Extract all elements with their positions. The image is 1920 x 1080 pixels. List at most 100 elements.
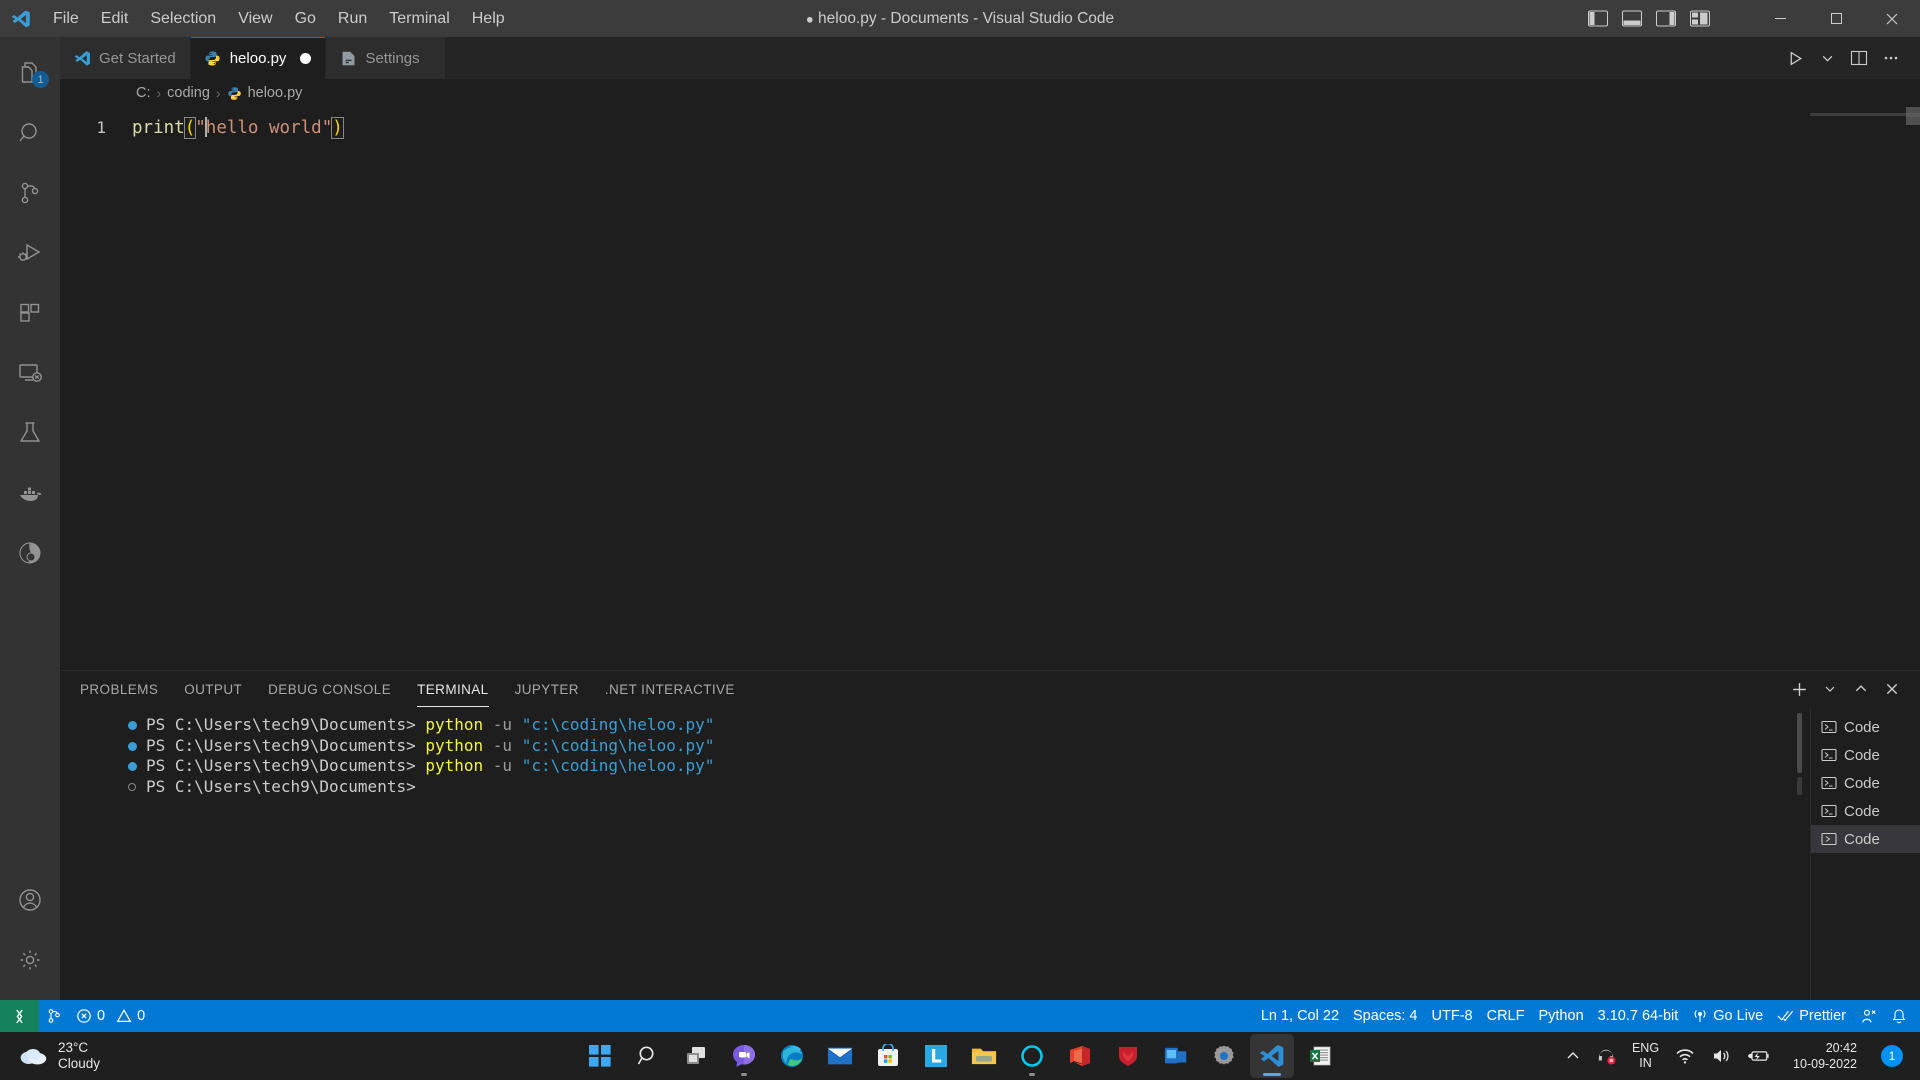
- language-mode-button[interactable]: Python: [1531, 1000, 1590, 1032]
- sidebar-item-testing[interactable]: [0, 403, 60, 463]
- more-actions-button[interactable]: [1876, 43, 1906, 73]
- maximize-panel-button[interactable]: [1847, 675, 1875, 703]
- tab-get-started[interactable]: Get Started: [60, 37, 191, 79]
- start-button[interactable]: [578, 1034, 622, 1078]
- office-button[interactable]: [1058, 1034, 1102, 1078]
- terminal-instance[interactable]: Code: [1811, 713, 1920, 741]
- terminal-scrollbar-secondary[interactable]: [1797, 777, 1802, 795]
- tab-problems[interactable]: PROBLEMS: [80, 671, 158, 707]
- mail-button[interactable]: [818, 1034, 862, 1078]
- battery-button[interactable]: [1740, 1036, 1776, 1076]
- problems-status-button[interactable]: 0 0: [69, 1000, 152, 1032]
- excel-button[interactable]: [1298, 1034, 1342, 1078]
- search-icon: [637, 1046, 654, 1065]
- toggle-secondary-sidebar-icon[interactable]: [1656, 10, 1676, 27]
- sidebar-item-explorer[interactable]: 1: [0, 43, 60, 103]
- menu-file[interactable]: File: [42, 6, 90, 32]
- menu-selection[interactable]: Selection: [139, 6, 227, 32]
- sidebar-item-anaconda[interactable]: [0, 523, 60, 583]
- manage-settings-button[interactable]: [0, 930, 60, 990]
- customize-layout-icon[interactable]: [1690, 10, 1710, 27]
- eol-button[interactable]: CRLF: [1480, 1000, 1532, 1032]
- toggle-primary-sidebar-icon[interactable]: [1588, 10, 1608, 27]
- feedback-button[interactable]: [1853, 1000, 1884, 1032]
- sidebar-item-run-and-debug[interactable]: [0, 223, 60, 283]
- new-terminal-dropdown-button[interactable]: [1816, 675, 1844, 703]
- volume-button[interactable]: [1704, 1036, 1738, 1076]
- python-interpreter-button[interactable]: 3.10.7 64-bit: [1591, 1000, 1686, 1032]
- task-view-button[interactable]: [674, 1034, 718, 1078]
- editor-actions: [1780, 37, 1920, 79]
- code-editor[interactable]: 1 print("hello world"): [60, 107, 1920, 670]
- tab-terminal[interactable]: TERMINAL: [417, 671, 488, 707]
- vscode-logo-icon: [0, 9, 42, 29]
- sidebar-item-source-control[interactable]: [0, 163, 60, 223]
- remote-window-button[interactable]: [0, 1000, 39, 1032]
- notifications-button[interactable]: 1: [1874, 1036, 1910, 1076]
- split-editor-button[interactable]: [1844, 43, 1874, 73]
- notifications-button[interactable]: [1884, 1000, 1914, 1032]
- close-button[interactable]: [1864, 0, 1920, 37]
- show-hidden-icons-button[interactable]: [1559, 1036, 1587, 1076]
- terminal-output[interactable]: PS C:\Users\tech9\Documents> python -u "…: [60, 707, 1810, 1000]
- tab-output[interactable]: OUTPUT: [184, 671, 242, 707]
- terminal-instance[interactable]: Code: [1811, 825, 1920, 853]
- terminal-scrollbar[interactable]: [1797, 713, 1802, 773]
- sidebar-item-remote-explorer[interactable]: [0, 343, 60, 403]
- settings-button[interactable]: [1202, 1034, 1246, 1078]
- cursor-position-button[interactable]: Ln 1, Col 22: [1254, 1000, 1346, 1032]
- phone-link-button[interactable]: [1154, 1034, 1198, 1078]
- command-status-icon: [128, 782, 136, 791]
- indentation-button[interactable]: Spaces: 4: [1346, 1000, 1425, 1032]
- breadcrumb-item-file[interactable]: heloo.py: [248, 85, 303, 101]
- tab-heloo-py[interactable]: heloo.py: [190, 37, 327, 79]
- maximize-button[interactable]: [1808, 0, 1864, 37]
- mcafee-button[interactable]: [1106, 1034, 1150, 1078]
- encoding-button[interactable]: UTF-8: [1425, 1000, 1480, 1032]
- minimize-button[interactable]: [1752, 0, 1808, 37]
- accounts-button[interactable]: [0, 870, 60, 930]
- sidebar-item-extensions[interactable]: [0, 283, 60, 343]
- clock-button[interactable]: 20:42 10-09-2022: [1778, 1036, 1872, 1076]
- menu-help[interactable]: Help: [461, 6, 516, 32]
- sidebar-item-search[interactable]: [0, 103, 60, 163]
- menu-edit[interactable]: Edit: [90, 6, 140, 32]
- prettier-button[interactable]: Prettier: [1770, 1000, 1853, 1032]
- menu-terminal[interactable]: Terminal: [378, 6, 460, 32]
- go-live-button[interactable]: Go Live: [1685, 1000, 1770, 1032]
- new-terminal-button[interactable]: [1785, 675, 1813, 703]
- vscode-button[interactable]: [1250, 1034, 1294, 1078]
- breadcrumb-item-drive[interactable]: C:: [136, 85, 151, 101]
- menu-go[interactable]: Go: [284, 6, 327, 32]
- breadcrumb-item-folder[interactable]: coding: [167, 85, 210, 101]
- language-button[interactable]: ENG IN: [1625, 1036, 1666, 1076]
- close-panel-button[interactable]: [1878, 675, 1906, 703]
- microsoft-store-button[interactable]: [866, 1034, 910, 1078]
- toggle-panel-icon[interactable]: [1622, 10, 1642, 27]
- weather-widget[interactable]: 23°C Cloudy: [0, 1040, 100, 1072]
- tab-jupyter[interactable]: JUPYTER: [515, 671, 579, 707]
- terminal-instance[interactable]: Code: [1811, 741, 1920, 769]
- search-button[interactable]: [626, 1034, 670, 1078]
- terminal-instance[interactable]: Code: [1811, 797, 1920, 825]
- code-line-1: 1 print("hello world"): [60, 115, 1920, 139]
- run-dropdown-button[interactable]: [1812, 43, 1842, 73]
- tab-dirty-indicator[interactable]: [300, 52, 312, 64]
- headset-muted-button[interactable]: [1589, 1036, 1623, 1076]
- terminal-instance[interactable]: Code: [1811, 769, 1920, 797]
- tab-dotnet-interactive[interactable]: .NET INTERACTIVE: [605, 671, 735, 707]
- teams-chat-icon: [733, 1045, 755, 1067]
- menu-view[interactable]: View: [227, 6, 283, 32]
- tab-settings[interactable]: Settings: [326, 37, 447, 79]
- file-explorer-button[interactable]: [962, 1034, 1006, 1078]
- menu-run[interactable]: Run: [327, 6, 378, 32]
- alexa-button[interactable]: [1010, 1034, 1054, 1078]
- sidebar-item-docker[interactable]: [0, 463, 60, 523]
- network-button[interactable]: [1668, 1036, 1702, 1076]
- source-control-status-button[interactable]: [39, 1000, 69, 1032]
- tab-debug-console[interactable]: DEBUG CONSOLE: [268, 671, 391, 707]
- chat-button[interactable]: [722, 1034, 766, 1078]
- run-python-file-button[interactable]: [1780, 43, 1810, 73]
- edge-button[interactable]: [770, 1034, 814, 1078]
- linkedin-button[interactable]: [914, 1034, 958, 1078]
